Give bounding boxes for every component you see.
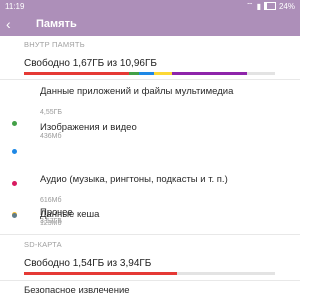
storage-item-size: 616Мб: [40, 197, 62, 204]
divider: [0, 234, 300, 235]
internal-storage-summary: Свободно 1,67ГБ из 10,96ГБ: [24, 58, 157, 69]
wifi-icon: ⌔: [246, 1, 254, 10]
internal-usage-segment: [24, 72, 130, 75]
divider: [0, 79, 300, 80]
storage-item-label: Прочее: [40, 207, 73, 218]
other-dot: [12, 213, 17, 218]
app-bar: ‹ Память: [0, 14, 300, 36]
status-time: 11:19: [5, 2, 25, 11]
internal-usage-segment: [154, 72, 173, 75]
sd-card-header: SD-КАРТА: [24, 240, 62, 249]
eject-label: Безопасное извлечение: [24, 285, 130, 296]
sd-card-usage-bar: [24, 272, 275, 275]
storage-item-images[interactable]: Изображения и видео 436Мб: [0, 122, 300, 154]
internal-storage-header: ВНУТР ПАМЯТЬ: [24, 40, 85, 49]
internal-usage-segment: [129, 72, 140, 75]
sd-card-used-segment: [24, 272, 178, 275]
battery-icon: [263, 2, 276, 10]
internal-usage-segment: [172, 72, 248, 75]
divider: [0, 280, 300, 281]
storage-item-label: Данные приложений и файлы мультимедиа: [40, 86, 234, 97]
storage-item-other[interactable]: Прочее 3,57ГБ: [0, 207, 300, 243]
status-icons: ⌔ ▮ 24%: [246, 1, 295, 11]
status-bar: 11:19 ⌔ ▮ 24%: [0, 0, 300, 14]
page-title: Память: [36, 18, 77, 30]
back-arrow-icon[interactable]: ‹: [6, 16, 11, 32]
internal-usage-bar: [24, 72, 275, 75]
sd-card-summary: Свободно 1,54ГБ из 3,94ГБ: [24, 258, 152, 269]
storage-item-size: 4,55ГБ: [40, 109, 63, 116]
eject-sd-button[interactable]: Безопасное извлечение: [0, 285, 300, 300]
storage-item-label: Аудио (музыка, рингтоны, подкасты и т. п…: [40, 174, 228, 185]
storage-item-size: 3,57ГБ: [40, 218, 63, 225]
internal-usage-segment: [139, 72, 155, 75]
images-dot: [12, 149, 17, 154]
signal-icon: ▮: [256, 1, 261, 11]
storage-item-label: Изображения и видео: [40, 122, 137, 133]
battery-percent: 24%: [278, 1, 295, 11]
storage-item-size: 436Мб: [40, 133, 62, 140]
audio-dot: [12, 181, 17, 186]
